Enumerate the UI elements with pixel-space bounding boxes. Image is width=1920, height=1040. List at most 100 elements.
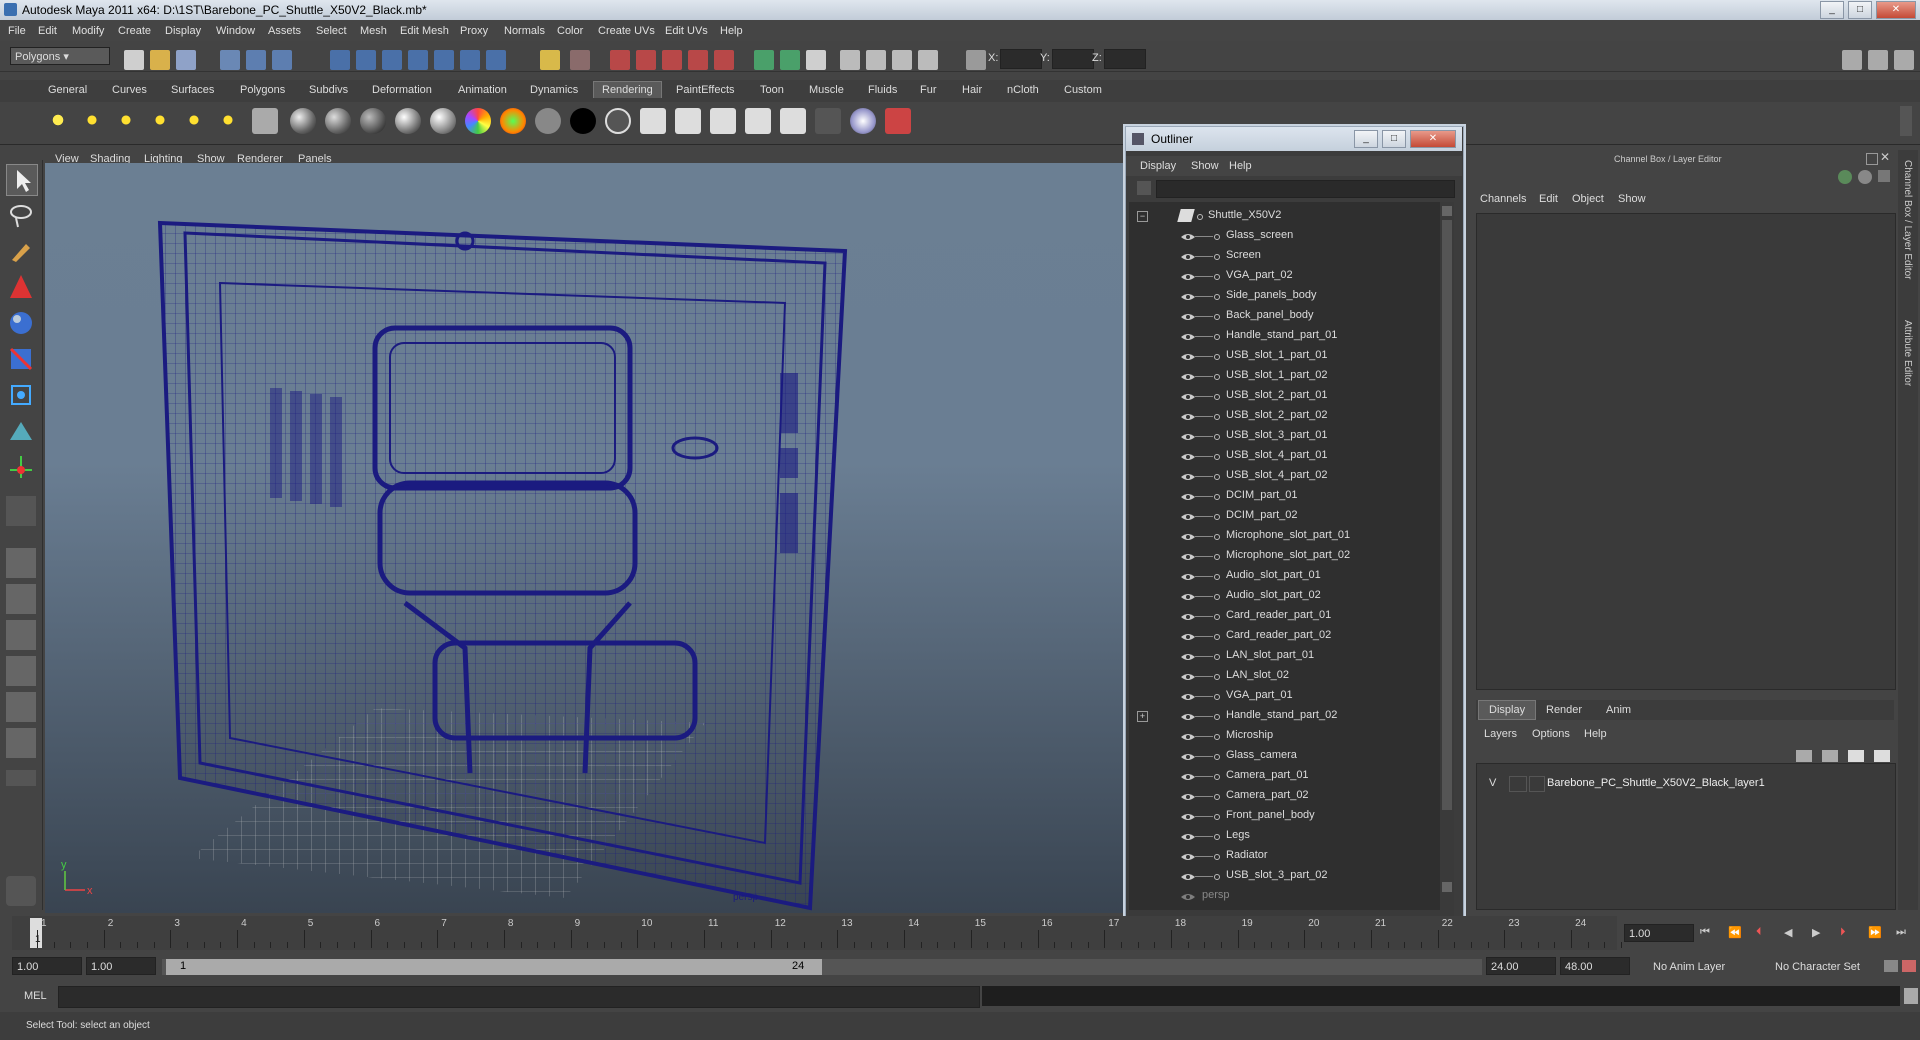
outliner-item[interactable]: USB_slot_1_part_02 <box>1129 366 1440 386</box>
outliner-item[interactable]: Glass_camera <box>1129 746 1440 766</box>
layout-hypershade-icon[interactable] <box>6 692 36 722</box>
anim-layer-dropdown[interactable]: No Anim Layer <box>1648 957 1758 975</box>
outliner-list[interactable]: − Shuttle_X50V2 Glass_screen Screen VGA_part… <box>1129 202 1440 910</box>
outliner-item[interactable]: VGA_part_01 <box>1129 686 1440 706</box>
open-scene-icon[interactable] <box>150 50 170 70</box>
outliner-menu-show[interactable]: Show <box>1191 160 1219 172</box>
outliner-maximize-button[interactable]: □ <box>1382 130 1406 148</box>
batch-render-icon[interactable] <box>714 50 734 70</box>
blinn-shader-icon[interactable] <box>325 108 351 134</box>
y-field[interactable] <box>1052 49 1094 69</box>
range-slider-handle[interactable]: 1 24 <box>166 959 822 975</box>
step-forward-key-icon[interactable]: ⏩ <box>1868 926 1882 939</box>
shelf-tab-hair[interactable]: Hair <box>962 84 982 96</box>
collapse-icon[interactable]: − <box>1137 211 1148 222</box>
scroll-up-arrow-icon[interactable] <box>1442 206 1452 216</box>
command-input[interactable] <box>58 986 980 1008</box>
outliner-item[interactable]: Microphone_slot_part_02 <box>1129 546 1440 566</box>
outliner-item[interactable]: Handle_stand_part_02 + <box>1129 706 1440 726</box>
shelf-tab-polygons[interactable]: Polygons <box>240 84 285 96</box>
layer-list[interactable]: V Barebone_PC_Shuttle_X50V2_Black_layer1 <box>1476 763 1896 910</box>
use-background-icon[interactable] <box>570 108 596 134</box>
shelf-tab-subdivs[interactable]: Subdivs <box>309 84 348 96</box>
ipr-render-icon[interactable] <box>610 50 630 70</box>
channel-box-attributes[interactable] <box>1476 213 1896 690</box>
outliner-item[interactable]: LAN_slot_part_01 <box>1129 646 1440 666</box>
channels-menu-channels[interactable]: Channels <box>1480 193 1526 205</box>
new-scene-icon[interactable] <box>124 50 144 70</box>
outliner-item[interactable]: Camera_part_02 <box>1129 786 1440 806</box>
move-layer-up-icon[interactable] <box>1848 750 1864 762</box>
ambient-light-icon[interactable] <box>46 108 70 132</box>
layer-tab-anim[interactable]: Anim <box>1606 704 1631 716</box>
select-tool-icon[interactable] <box>6 164 38 196</box>
menu-set-dropdown[interactable]: Polygons ▾ <box>10 47 110 65</box>
snap-grid-icon[interactable] <box>330 50 350 70</box>
phong-shader-icon[interactable] <box>395 108 421 134</box>
move-layer-down-icon[interactable] <box>1874 750 1890 762</box>
outliner-search-input[interactable] <box>1156 180 1455 198</box>
expand-icon[interactable]: + <box>1137 711 1148 722</box>
layers-menu-help[interactable]: Help <box>1584 728 1607 740</box>
menu-create[interactable]: Create <box>118 25 151 37</box>
step-forward-frame-icon[interactable]: ⏵ <box>1840 926 1846 939</box>
paint-texture-icon[interactable] <box>850 108 876 134</box>
shelf-tab-surfaces[interactable]: Surfaces <box>171 84 214 96</box>
menu-display[interactable]: Display <box>165 25 201 37</box>
outliner-item[interactable]: USB_slot_3_part_01 <box>1129 426 1440 446</box>
anisotropic-shader-icon[interactable] <box>290 108 316 134</box>
move-tool-icon[interactable] <box>6 272 36 302</box>
shelf-tab-fluids[interactable]: Fluids <box>868 84 897 96</box>
layer-type-toggle[interactable] <box>1509 776 1527 792</box>
layers-menu-options[interactable]: Options <box>1532 728 1570 740</box>
z-field[interactable] <box>1104 49 1146 69</box>
render-view-shelf-icon[interactable] <box>745 108 771 134</box>
graph-editor-icon[interactable] <box>918 50 938 70</box>
shelf-tab-dynamics[interactable]: Dynamics <box>530 84 578 96</box>
layer-name[interactable]: Barebone_PC_Shuttle_X50V2_Black_layer1 <box>1547 777 1765 789</box>
shelf-scroll[interactable] <box>1900 106 1912 136</box>
soft-mod-tool-icon[interactable] <box>6 416 36 446</box>
ramp-shader-icon[interactable] <box>465 108 491 134</box>
channels-menu-show[interactable]: Show <box>1618 193 1646 205</box>
rotate-tool-icon[interactable] <box>6 308 36 338</box>
outliner-item[interactable]: USB_slot_2_part_02 <box>1129 406 1440 426</box>
select-hierarchy-icon[interactable] <box>220 50 240 70</box>
show-manipulator-icon[interactable] <box>6 452 36 482</box>
select-component-icon[interactable] <box>272 50 292 70</box>
transform-mode-icon[interactable] <box>966 50 986 70</box>
mel-label[interactable]: MEL <box>24 990 47 1002</box>
layout-single-icon[interactable] <box>6 548 36 578</box>
outliner-item[interactable]: Screen <box>1129 246 1440 266</box>
play-backward-icon[interactable]: ◀ <box>1784 926 1792 939</box>
last-tool-icon[interactable] <box>6 496 36 526</box>
outliner-item[interactable]: Glass_screen <box>1129 226 1440 246</box>
outliner-menu-display[interactable]: Display <box>1140 160 1176 172</box>
shelf-tab-curves[interactable]: Curves <box>112 84 147 96</box>
menu-help[interactable]: Help <box>720 25 743 37</box>
go-to-start-icon[interactable]: ⏮ <box>1700 926 1710 939</box>
scroll-down-arrow-icon[interactable] <box>1442 882 1452 892</box>
layers-menu-layers[interactable]: Layers <box>1484 728 1517 740</box>
render-view-icon[interactable] <box>688 50 708 70</box>
select-object-icon[interactable] <box>246 50 266 70</box>
go-to-end-icon[interactable]: ⏭ <box>1896 926 1906 939</box>
outliner-title-bar[interactable]: Outliner _ □ ✕ <box>1126 127 1462 151</box>
render-settings-icon[interactable] <box>636 50 656 70</box>
shelf-tab-animation[interactable]: Animation <box>458 84 507 96</box>
snap-live-icon[interactable] <box>434 50 454 70</box>
render-frame-icon[interactable] <box>570 50 590 70</box>
current-frame-field[interactable]: 1.00 <box>1624 924 1694 942</box>
channel-box-settings-icon[interactable] <box>1858 170 1872 184</box>
menu-normals[interactable]: Normals <box>504 25 545 37</box>
lambert-shader-icon[interactable] <box>360 108 386 134</box>
channel-box-close-icon[interactable]: ✕ <box>1880 150 1890 164</box>
layered-shader-icon[interactable] <box>500 108 526 134</box>
channel-box-pin-icon[interactable] <box>1878 170 1890 182</box>
outliner-item[interactable]: Microphone_slot_part_01 <box>1129 526 1440 546</box>
range-slider-track[interactable]: 1 24 <box>162 959 1482 975</box>
toggle-panel-icon[interactable] <box>1842 50 1862 70</box>
hypershade-icon[interactable] <box>662 50 682 70</box>
outliner-camera-row[interactable]: persp <box>1129 886 1440 906</box>
layer-editor-icon[interactable] <box>866 50 886 70</box>
